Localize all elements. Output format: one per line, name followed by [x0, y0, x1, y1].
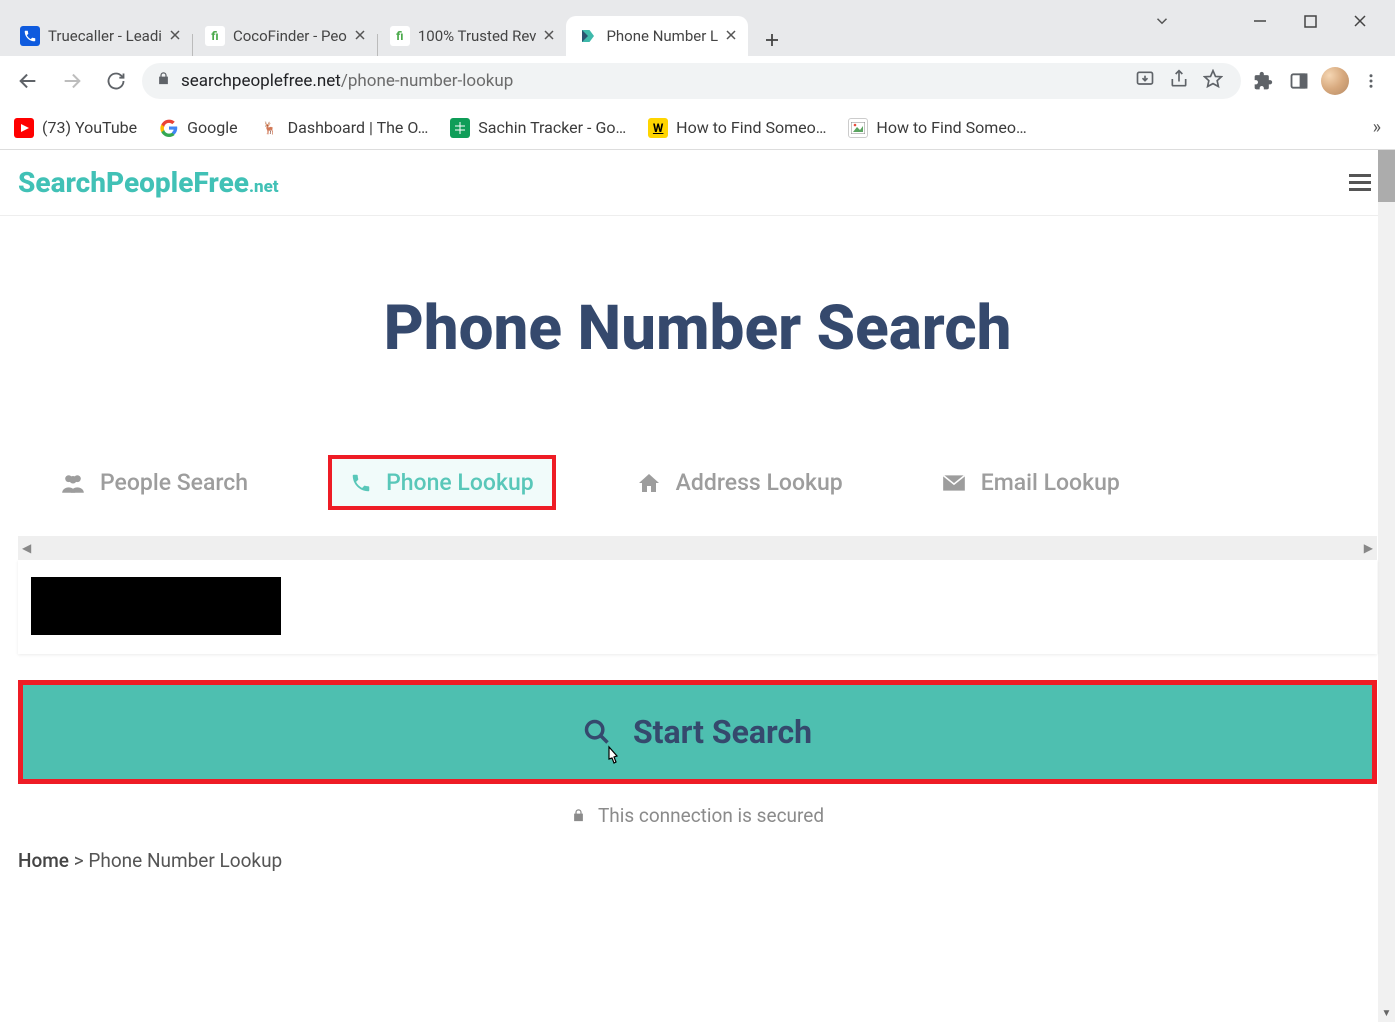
- bookmark-overflow-button[interactable]: »: [1373, 117, 1381, 138]
- horizontal-scroll-hint[interactable]: ◀ ▶: [18, 536, 1377, 560]
- tabs-bar: Truecaller - Leadi fi CocoFinder - Peo f…: [0, 0, 1395, 56]
- phone-number-input[interactable]: [18, 560, 1377, 654]
- scroll-right-arrow[interactable]: ▶: [1364, 541, 1373, 555]
- stab-label: Address Lookup: [676, 469, 843, 496]
- bookmark-label: How to Find Someo…: [676, 118, 826, 137]
- site-logo[interactable]: SearchPeopleFree.net: [18, 166, 279, 199]
- page-scrollbar[interactable]: ▼: [1378, 150, 1395, 1022]
- tab-title: Phone Number L: [606, 27, 718, 45]
- image-icon: [848, 118, 868, 138]
- favicon-cocofinder: fi: [205, 26, 225, 46]
- install-app-icon[interactable]: [1135, 69, 1155, 94]
- share-icon[interactable]: [1169, 69, 1189, 94]
- profile-avatar[interactable]: [1321, 67, 1349, 95]
- bookmark-label: How to Find Someo…: [876, 118, 1026, 137]
- breadcrumb-separator: >: [74, 849, 84, 872]
- window-close-button[interactable]: [1347, 8, 1373, 34]
- tab-title: Truecaller - Leadi: [48, 27, 162, 45]
- nav-forward-button[interactable]: [54, 63, 90, 99]
- w-icon: W: [648, 118, 668, 138]
- bookmarks-bar: (73) YouTube Google 🦌 Dashboard | The O……: [0, 106, 1395, 150]
- start-search-button[interactable]: Start Search: [18, 680, 1377, 784]
- window-maximize-button[interactable]: [1297, 8, 1323, 34]
- scroll-left-arrow[interactable]: ◀: [22, 541, 31, 555]
- bookmark-howto-1[interactable]: W How to Find Someo…: [648, 118, 826, 138]
- page-title: Phone Number Search: [18, 292, 1377, 365]
- tab-trusted-rev[interactable]: fi 100% Trusted Rev: [378, 16, 567, 56]
- chrome-menu-button[interactable]: [1357, 67, 1385, 95]
- bookmark-howto-2[interactable]: How to Find Someo…: [848, 118, 1026, 138]
- tab-close-button[interactable]: [355, 28, 365, 44]
- tab-title: CocoFinder - Peo: [233, 27, 347, 45]
- stab-label: Phone Lookup: [386, 469, 534, 496]
- cursor-icon: [603, 745, 623, 774]
- tab-email-lookup[interactable]: Email Lookup: [923, 459, 1138, 506]
- url-text: searchpeoplefree.net/phone-number-lookup: [181, 71, 513, 91]
- scroll-thumb[interactable]: [1378, 150, 1395, 202]
- tab-truecaller[interactable]: Truecaller - Leadi: [8, 16, 192, 56]
- search-type-tabs: People Search Phone Lookup Address Looku…: [18, 455, 1377, 510]
- youtube-icon: [14, 118, 34, 138]
- tab-close-button[interactable]: [170, 28, 180, 44]
- deer-icon: 🦌: [260, 118, 280, 138]
- bookmark-sachin-tracker[interactable]: Sachin Tracker - Go…: [450, 118, 626, 138]
- extensions-button[interactable]: [1249, 67, 1277, 95]
- bookmark-label: (73) YouTube: [42, 118, 137, 137]
- tab-cocofinder[interactable]: fi CocoFinder - Peo: [193, 16, 377, 56]
- tab-address-lookup[interactable]: Address Lookup: [618, 459, 861, 506]
- breadcrumb-home-link[interactable]: Home: [18, 849, 69, 872]
- lock-icon: [571, 808, 586, 823]
- bookmark-label: Sachin Tracker - Go…: [478, 118, 626, 137]
- scroll-down-arrow[interactable]: ▼: [1378, 1005, 1395, 1022]
- sheets-icon: [450, 118, 470, 138]
- stab-label: Email Lookup: [981, 469, 1120, 496]
- favicon-searchpeoplefree: [578, 26, 598, 46]
- bookmark-label: Google: [187, 118, 238, 137]
- tab-people-search[interactable]: People Search: [42, 459, 266, 506]
- bookmark-dashboard[interactable]: 🦌 Dashboard | The O…: [260, 118, 429, 138]
- favicon-truecaller: [20, 26, 40, 46]
- lock-icon: [156, 71, 171, 91]
- tab-overflow-chevron[interactable]: [1149, 8, 1175, 34]
- tab-close-button[interactable]: [726, 28, 736, 44]
- search-icon: [583, 718, 611, 746]
- nav-reload-button[interactable]: [98, 63, 134, 99]
- bookmark-youtube[interactable]: (73) YouTube: [14, 118, 137, 138]
- tab-close-button[interactable]: [544, 28, 554, 44]
- address-bar[interactable]: searchpeoplefree.net/phone-number-lookup: [142, 63, 1241, 99]
- tab-phone-lookup[interactable]: Phone Lookup: [328, 455, 556, 510]
- hamburger-menu-button[interactable]: [1349, 174, 1371, 191]
- tab-phone-number-lookup[interactable]: Phone Number L: [566, 16, 748, 56]
- breadcrumb: Home > Phone Number Lookup: [18, 849, 1377, 872]
- nav-back-button[interactable]: [10, 63, 46, 99]
- bookmark-label: Dashboard | The O…: [288, 118, 429, 137]
- favicon-trusted: fi: [390, 26, 410, 46]
- tab-title: 100% Trusted Rev: [418, 27, 537, 45]
- secure-connection-note: This connection is secured: [18, 804, 1377, 827]
- bookmark-google[interactable]: Google: [159, 118, 238, 138]
- google-icon: [159, 118, 179, 138]
- secure-text: This connection is secured: [598, 804, 824, 827]
- side-panel-button[interactable]: [1285, 67, 1313, 95]
- window-minimize-button[interactable]: [1247, 8, 1273, 34]
- bookmark-star-icon[interactable]: [1203, 69, 1223, 94]
- new-tab-button[interactable]: [756, 24, 788, 56]
- start-search-label: Start Search: [633, 713, 812, 751]
- stab-label: People Search: [100, 469, 248, 496]
- breadcrumb-current: Phone Number Lookup: [88, 849, 282, 872]
